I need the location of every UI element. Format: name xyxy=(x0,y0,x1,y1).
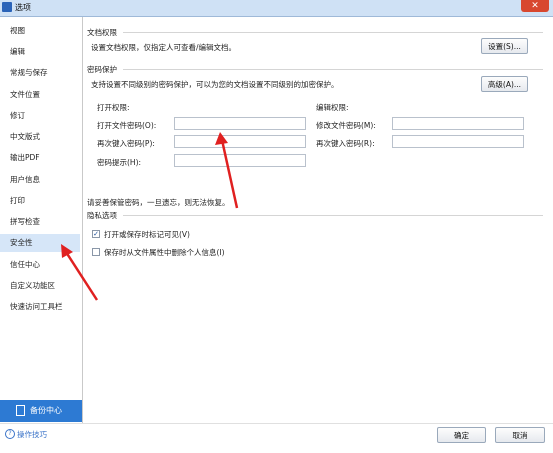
password-hint-label: 密码提示(H): xyxy=(97,158,142,167)
cancel-button[interactable]: 取消 xyxy=(495,427,545,443)
backup-icon xyxy=(16,405,25,416)
mark-visible-checkbox[interactable]: ✓ xyxy=(92,230,100,238)
sidebar-item-spellcheck[interactable]: 拼写检查 xyxy=(0,213,80,231)
open-password-label: 打开文件密码(O): xyxy=(97,121,157,130)
title-bar: 选项 ✕ xyxy=(0,0,553,17)
open-confirm-input[interactable] xyxy=(174,135,306,148)
privacy-section-title: 隐私选项 xyxy=(87,211,117,220)
section-divider xyxy=(123,215,543,216)
sidebar-item-view[interactable]: 视图 xyxy=(0,22,80,40)
sidebar-item-revision[interactable]: 修订 xyxy=(0,107,80,125)
ok-button[interactable]: 确定 xyxy=(437,427,486,443)
remove-personal-info-checkbox[interactable] xyxy=(92,248,100,256)
edit-confirm-input[interactable] xyxy=(392,135,524,148)
doc-permission-title: 文档权限 xyxy=(87,28,117,37)
open-confirm-label: 再次键入密码(P): xyxy=(97,139,155,148)
section-divider xyxy=(123,69,543,70)
sidebar-item-print[interactable]: 打印 xyxy=(0,192,80,210)
sidebar-item-customize-ribbon[interactable]: 自定义功能区 xyxy=(0,277,80,295)
section-divider xyxy=(123,32,543,33)
backup-center-button[interactable]: 备份中心 xyxy=(0,400,82,422)
sidebar-item-edit[interactable]: 编辑 xyxy=(0,43,80,61)
close-button[interactable]: ✕ xyxy=(521,0,549,12)
sidebar: 视图 编辑 常规与保存 文件位置 修订 中文版式 输出PDF 用户信息 打印 拼… xyxy=(0,17,83,423)
edit-permission-label: 编辑权限: xyxy=(316,103,349,112)
password-hint-input[interactable] xyxy=(174,154,306,167)
dialog-footer: ? 操作技巧 确定 取消 xyxy=(0,423,553,453)
tips-link[interactable]: 操作技巧 xyxy=(17,429,47,440)
sidebar-item-quick-access[interactable]: 快速访问工具栏 xyxy=(0,298,80,316)
doc-permission-desc: 设置文档权限，仅指定人可查看/编辑文档。 xyxy=(91,43,237,52)
sidebar-item-security[interactable]: 安全性 xyxy=(0,234,80,252)
remove-personal-info-label[interactable]: 保存时从文件属性中删除个人信息(I) xyxy=(104,247,225,258)
password-section-title: 密码保护 xyxy=(87,65,117,74)
sidebar-item-file-location[interactable]: 文件位置 xyxy=(0,86,80,104)
password-warning: 请妥善保管密码，一旦遗忘，则无法恢复。 xyxy=(87,198,230,207)
sidebar-item-export-pdf[interactable]: 输出PDF xyxy=(0,149,80,167)
help-icon: ? xyxy=(5,429,15,439)
advanced-button[interactable]: 高级(A)... xyxy=(481,76,528,92)
open-permission-label: 打开权限: xyxy=(97,103,130,112)
sidebar-item-general-save[interactable]: 常规与保存 xyxy=(0,64,80,82)
edit-password-input[interactable] xyxy=(392,117,524,130)
mark-visible-label[interactable]: 打开或保存时标记可见(V) xyxy=(104,229,190,240)
sidebar-item-user-info[interactable]: 用户信息 xyxy=(0,171,80,189)
security-panel: 文档权限 设置文档权限，仅指定人可查看/编辑文档。 设置(S)... 密码保护 … xyxy=(83,17,553,423)
app-icon xyxy=(2,2,12,12)
set-permission-button[interactable]: 设置(S)... xyxy=(481,38,528,54)
window-title: 选项 xyxy=(15,3,31,12)
sidebar-item-chinese-layout[interactable]: 中文版式 xyxy=(0,128,80,146)
edit-confirm-label: 再次键入密码(R): xyxy=(316,139,375,148)
edit-password-label: 修改文件密码(M): xyxy=(316,121,376,130)
password-desc: 支持设置不同级别的密码保护，可以为您的文档设置不同级别的加密保护。 xyxy=(91,80,339,89)
open-password-input[interactable] xyxy=(174,117,306,130)
backup-center-label: 备份中心 xyxy=(30,406,62,415)
sidebar-item-trust-center[interactable]: 信任中心 xyxy=(0,256,80,274)
